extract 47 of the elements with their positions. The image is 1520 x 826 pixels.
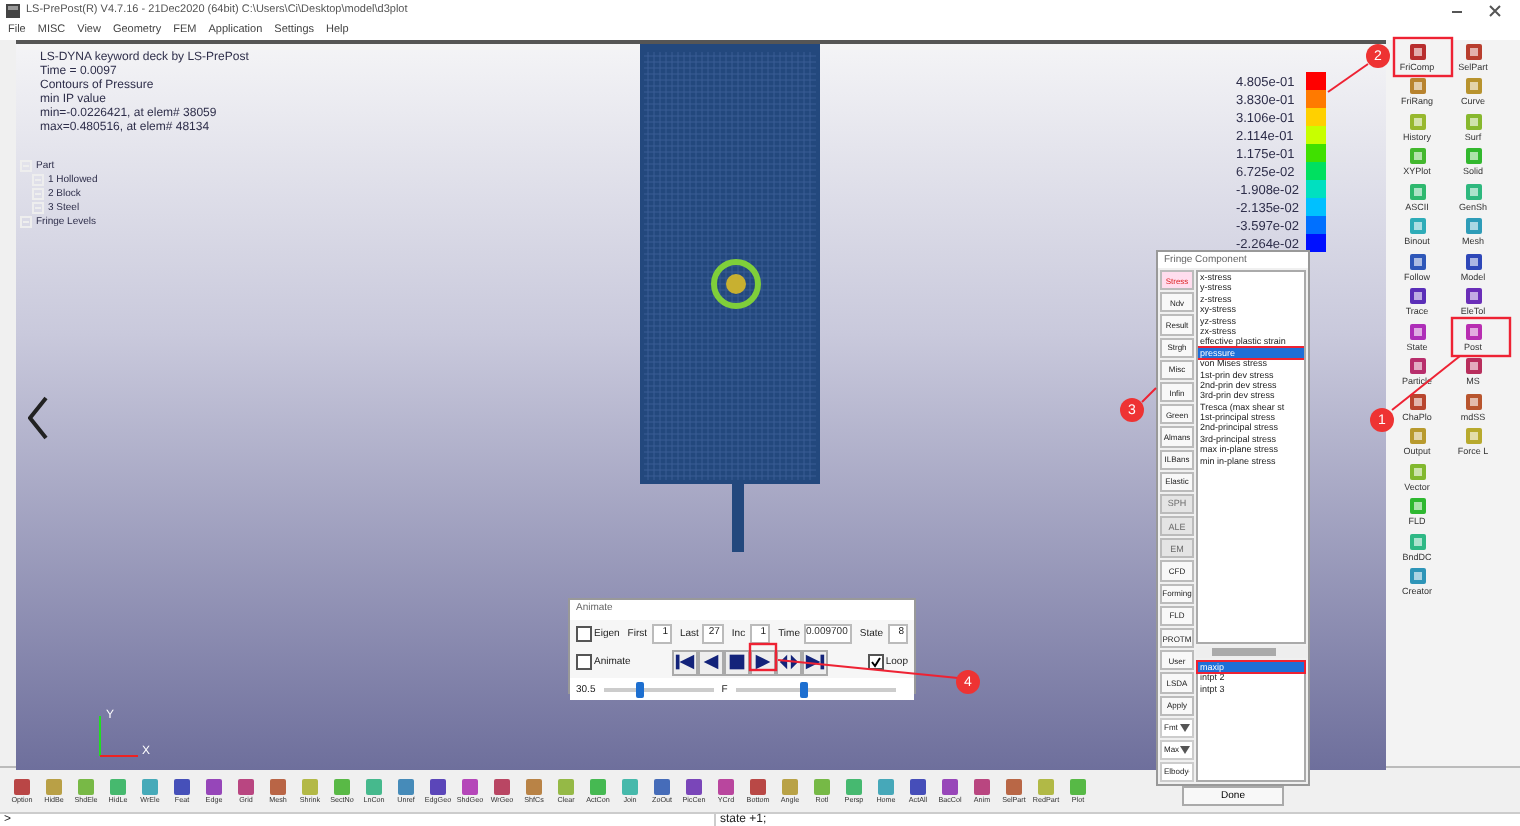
tool-icon	[1463, 111, 1483, 132]
tool-icon	[1407, 426, 1427, 447]
tool-icon	[1463, 286, 1483, 307]
playback-button[interactable]	[723, 649, 750, 675]
tool-icon	[1463, 216, 1483, 237]
tool-icon	[1407, 566, 1427, 587]
tool-icon	[1407, 146, 1427, 167]
caret-icon	[1180, 723, 1190, 732]
tool-icon	[1407, 461, 1427, 482]
check-icon	[869, 656, 882, 668]
tool-icon	[1407, 531, 1427, 552]
close-icon	[1488, 3, 1502, 17]
tool-icon	[1407, 216, 1427, 237]
first-frame-icon	[673, 650, 696, 674]
checkbox[interactable]	[576, 654, 592, 670]
tool-icon	[1407, 356, 1427, 377]
checkbox[interactable]	[576, 625, 592, 641]
tool-icon	[1463, 391, 1483, 412]
tool-icon	[1463, 321, 1483, 342]
caret-icon	[1180, 745, 1190, 754]
slider-thumb[interactable]	[800, 681, 809, 697]
step-back-icon	[699, 650, 722, 674]
playback-button[interactable]	[671, 649, 698, 675]
last-frame-icon	[803, 650, 826, 674]
tool-icon	[1407, 321, 1427, 342]
slider-thumb[interactable]	[635, 681, 644, 697]
stop-icon	[725, 650, 748, 674]
tool-icon	[1407, 286, 1427, 307]
tool-icon	[1463, 356, 1483, 377]
tool-icon	[1463, 426, 1483, 447]
app-icon	[6, 3, 20, 17]
tool-icon	[1463, 251, 1483, 272]
highlight-frame	[1392, 36, 1454, 78]
tool-icon	[1463, 146, 1483, 167]
bounce-icon	[777, 650, 800, 674]
tool-icon	[1407, 391, 1427, 412]
tool-icon	[1407, 181, 1427, 202]
tool-icon	[1407, 251, 1427, 272]
highlight-frame	[748, 642, 778, 672]
tool-icon	[1407, 76, 1427, 97]
tool-icon	[1463, 181, 1483, 202]
play-icon	[751, 650, 774, 674]
tool-icon	[1407, 111, 1427, 132]
tool-icon	[1463, 76, 1483, 97]
checkbox[interactable]	[867, 654, 884, 670]
highlight-frame	[1450, 316, 1512, 358]
tool-icon	[1407, 496, 1427, 517]
